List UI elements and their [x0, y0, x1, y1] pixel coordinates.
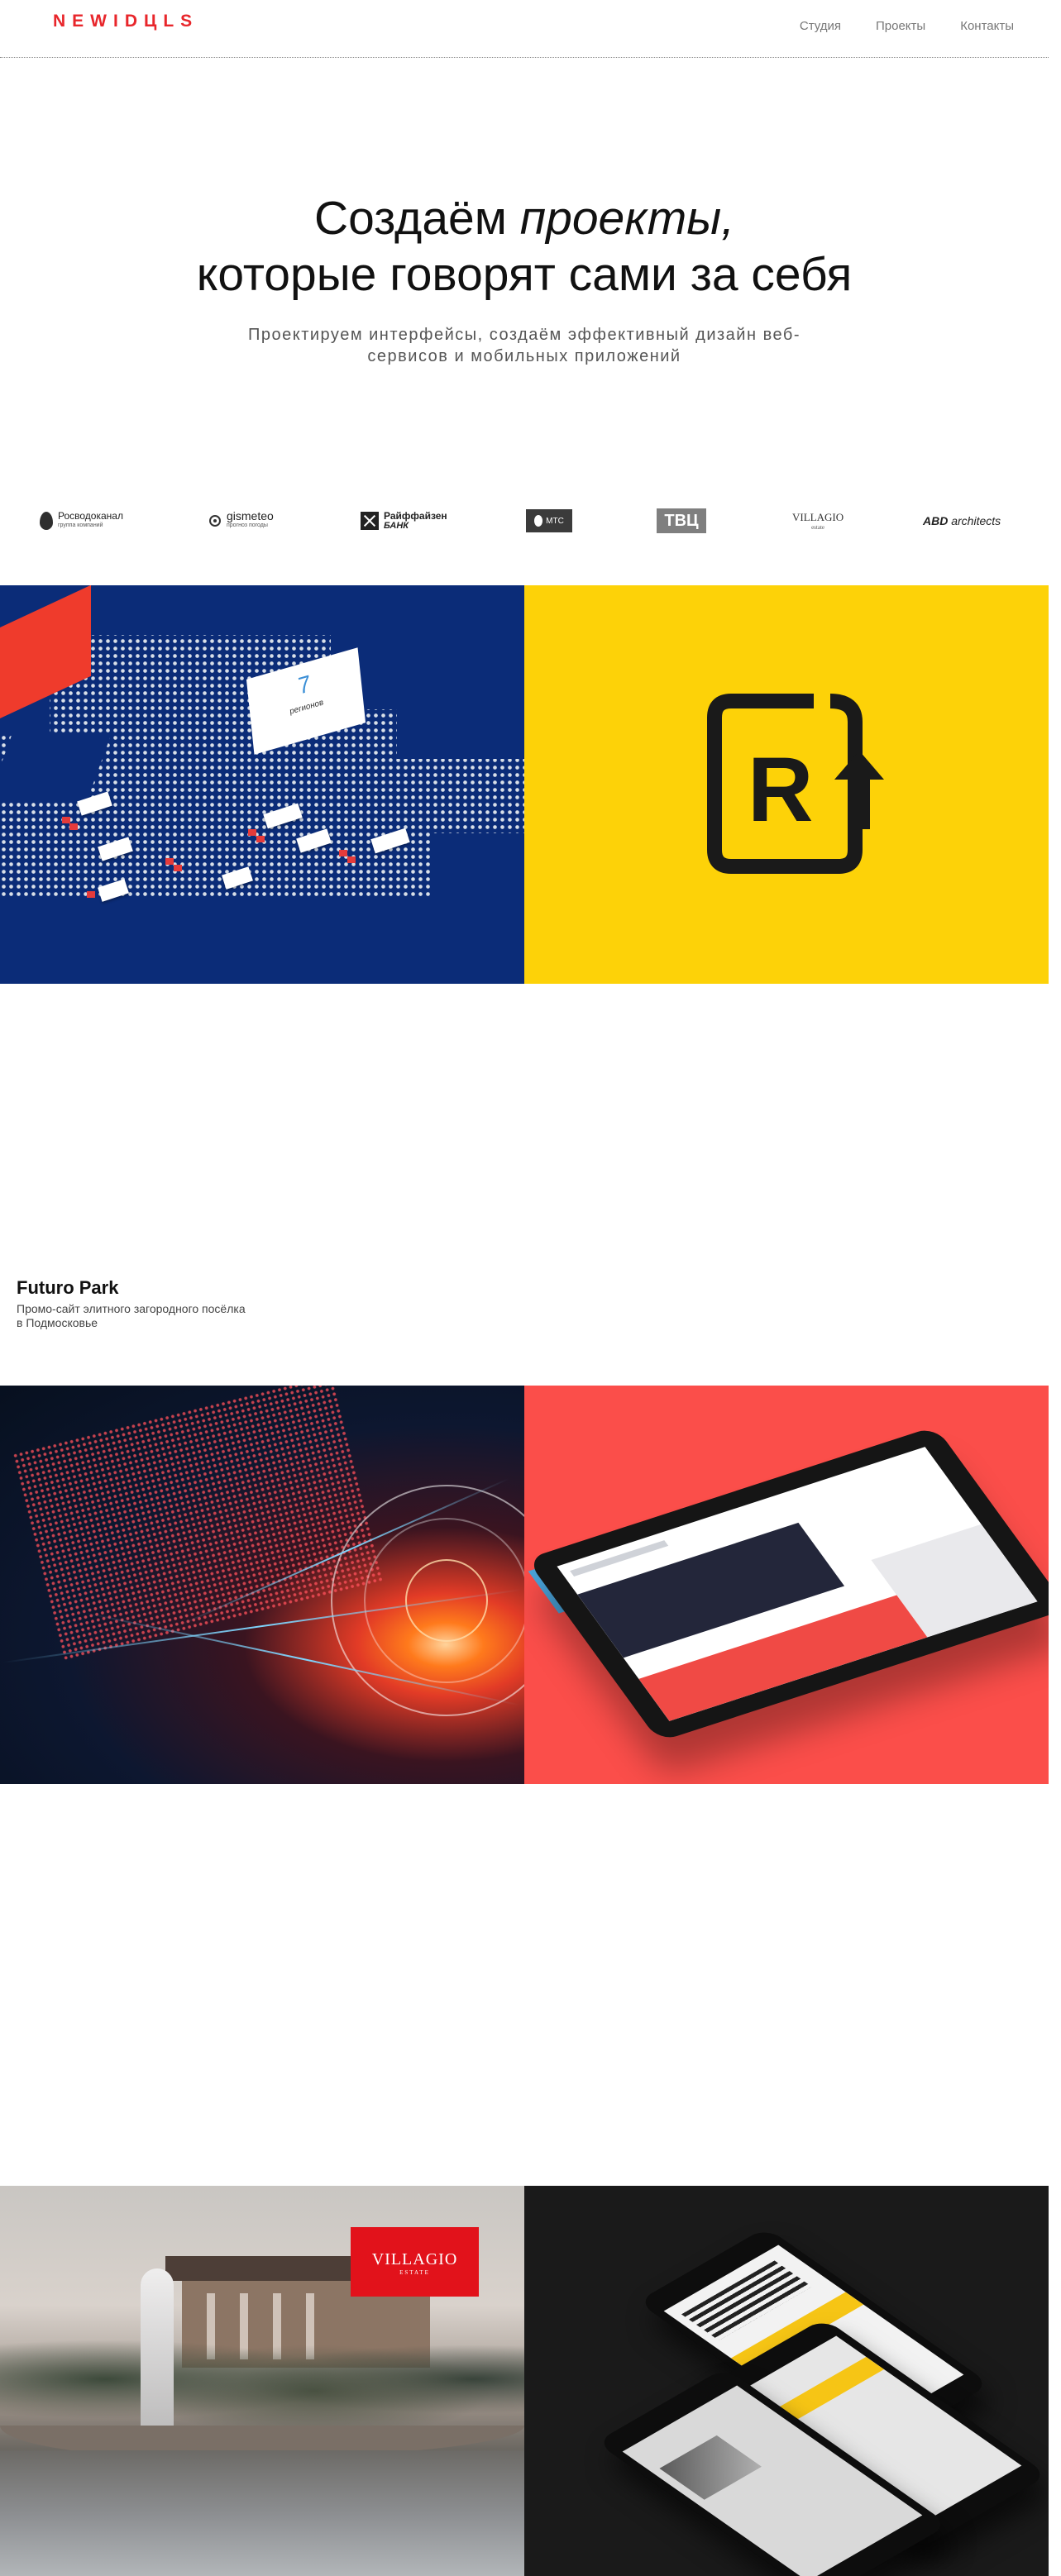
- clients-logos: Росводоканал группа компаний gismeteo прог…: [0, 496, 1049, 546]
- map-card-label: регионов: [289, 698, 324, 717]
- villagio-statue: [141, 2268, 174, 2434]
- tablet-device: [526, 1426, 1049, 1742]
- client-name: VILLAGIO: [792, 511, 844, 523]
- client-rosvodokanal-text: Росводоканал группа компаний: [58, 511, 123, 531]
- client-name: МТС: [546, 516, 564, 526]
- map-highlight: [347, 856, 356, 863]
- client-name-suffix: architects: [948, 514, 1001, 527]
- map-highlight: [165, 858, 174, 865]
- client-sub: БАНК: [384, 521, 409, 531]
- client-tvc: ТВЦ: [657, 496, 706, 546]
- hero-title-line1: Создаём проекты,: [0, 190, 1049, 246]
- client-name: ТВЦ: [664, 511, 699, 530]
- client-raiffeisen-text: Райффайзен БАНК: [384, 511, 447, 531]
- phone-image: [659, 2435, 762, 2500]
- project-tile-tablet[interactable]: [524, 1386, 1049, 1784]
- hero-title-line2: которые говорят сами за себя: [196, 248, 853, 301]
- nav-link-projects[interactable]: Проекты: [876, 19, 925, 33]
- client-gismeteo: gismeteo прогноз погоды: [208, 496, 274, 546]
- main-nav: Студия Проекты Контакты: [800, 19, 1014, 33]
- project-tile-map[interactable]: 7 регионов: [0, 585, 524, 984]
- client-raiffeisen: Райффайзен БАНК: [361, 496, 447, 546]
- nav-link-contacts[interactable]: Контакты: [960, 19, 1014, 33]
- client-sub: прогноз погоды: [227, 522, 268, 528]
- villagio-icon: VILLAGIO estate: [792, 511, 844, 531]
- map-highlight: [339, 850, 347, 856]
- villagio-water: [0, 2450, 524, 2576]
- hero-title-emphasis: проекты,: [519, 192, 735, 245]
- client-gismeteo-text: gismeteo прогноз погоды: [227, 510, 274, 531]
- map-highlight: [174, 865, 182, 871]
- map-highlight: [62, 817, 70, 823]
- tvc-icon: ТВЦ: [657, 508, 706, 533]
- r-arrow-logo-icon: R: [707, 694, 884, 874]
- client-sub: группа компаний: [58, 522, 103, 528]
- villagio-trees: [0, 2310, 524, 2426]
- tablet-screen: [557, 1447, 1038, 1721]
- project-caption: Futuro Park Промо-сайт элитного загородн…: [17, 1277, 248, 1330]
- hero-subtitle: Проектируем интерфейсы, создаём эффектив…: [247, 326, 801, 365]
- project-tile-tech[interactable]: [0, 1386, 524, 1784]
- client-name: Райффайзен: [384, 510, 447, 522]
- project-tile-mobile-app[interactable]: [524, 2186, 1049, 2576]
- site-header: NEWIDЦLS Студия Проекты Контакты: [0, 0, 1049, 58]
- map-mask: [430, 833, 524, 908]
- map-highlight: [256, 836, 265, 842]
- brand-logo[interactable]: NEWIDЦLS: [53, 12, 198, 31]
- hero-title: Создаём проекты, которые говорят сами за…: [0, 190, 1049, 303]
- villagio-badge: VILLAGIO ESTATE: [351, 2227, 479, 2297]
- hero-title-plain: Создаём: [313, 192, 520, 245]
- map-mask: [397, 709, 524, 759]
- project-title[interactable]: Futuro Park: [17, 1277, 248, 1299]
- client-villagio: VILLAGIO estate: [792, 496, 844, 546]
- map-mask: [0, 899, 524, 984]
- project-description: Промо-сайт элитного загородного посёлка …: [17, 1302, 246, 1329]
- client-sub: estate: [811, 524, 825, 531]
- gismeteo-icon: [209, 515, 221, 527]
- client-name: Росводоканал: [58, 510, 123, 522]
- client-abd: ABD architects: [923, 496, 1001, 546]
- villagio-badge-title: VILLAGIO: [371, 2250, 458, 2268]
- mts-logo: МТС: [526, 509, 572, 532]
- map-highlight: [87, 891, 95, 898]
- drop-icon: [40, 512, 53, 530]
- client-mts: МТС: [526, 496, 572, 546]
- project-tile-villagio[interactable]: VILLAGIO ESTATE: [0, 2186, 524, 2576]
- client-rosvodokanal: Росводоканал группа компаний: [40, 496, 123, 546]
- r-letter: R: [748, 739, 813, 841]
- nav-link-studio[interactable]: Студия: [800, 19, 841, 33]
- mts-egg-icon: [534, 515, 543, 527]
- abd-icon: ABD architects: [923, 514, 1001, 527]
- project-tile-r-logo[interactable]: R: [524, 585, 1049, 984]
- hero-section: Создаём проекты, которые говорят сами за…: [0, 58, 1049, 471]
- client-name: ABD: [923, 514, 949, 527]
- raiffeisen-icon: [361, 512, 379, 530]
- map-highlight: [69, 823, 78, 830]
- map-highlight: [248, 829, 256, 836]
- villagio-badge-sub: ESTATE: [399, 2269, 430, 2276]
- tech-pixels: [12, 1386, 385, 1662]
